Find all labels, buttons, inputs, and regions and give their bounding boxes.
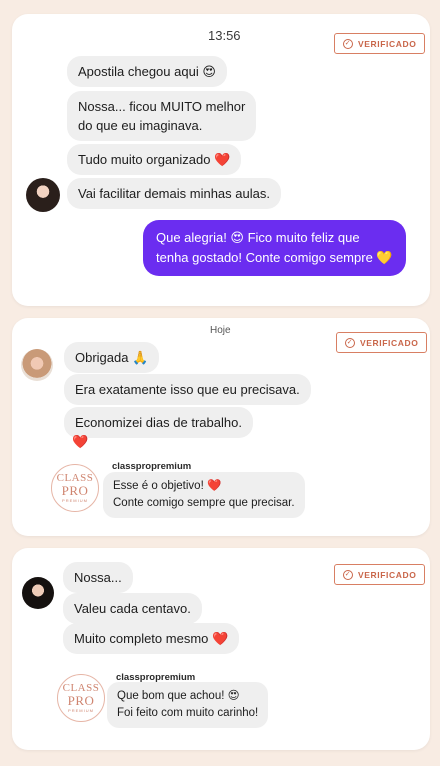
incoming-message: Nossa... ficou MUITO melhor do que eu im… — [67, 91, 257, 141]
incoming-message: Muito completo mesmo ❤️ — [63, 623, 240, 654]
incoming-message: Economizei dias de trabalho. — [64, 407, 253, 438]
review-card-1: ✓ VERIFICADO 13:56 Apostila chegou aqui … — [12, 14, 430, 306]
review-card-3: ✓ VERIFICADO Nossa... Valeu cada centavo… — [12, 548, 430, 750]
outgoing-message: Que alegria! 😍 Fico muito feliz que tenh… — [143, 220, 406, 276]
verified-label: VERIFICADO — [358, 569, 417, 580]
message-timestamp: 13:56 — [208, 28, 241, 43]
customer-avatar — [22, 577, 54, 609]
check-circle-icon: ✓ — [345, 337, 355, 348]
verified-badge: ✓ VERIFICADO — [336, 332, 428, 353]
logo-text: PREMIUM — [68, 708, 94, 713]
incoming-message: Apostila chegou aqui 😍 — [67, 56, 227, 87]
verified-badge: ✓ VERIFICADO — [334, 564, 426, 585]
customer-avatar — [26, 178, 60, 212]
message-line: Foi feito com muito carinho! — [117, 707, 259, 719]
message-line: Que bom que achou! 😍 — [117, 690, 240, 702]
brand-name: classpropremium — [112, 461, 192, 472]
verified-label: VERIFICADO — [360, 337, 419, 348]
verified-label: VERIFICADO — [358, 38, 417, 49]
check-circle-icon: ✓ — [343, 569, 353, 580]
logo-text: PRO — [61, 483, 89, 498]
message-line: Nossa... ficou MUITO melhor — [78, 99, 246, 114]
message-line: tenha gostado! Conte comigo sempre 💛 — [156, 250, 393, 265]
incoming-message: Era exatamente isso que eu precisava. — [64, 374, 311, 405]
heart-reaction: ❤️ — [72, 434, 89, 449]
message-line: Que alegria! 😍 Fico muito feliz que — [156, 230, 360, 245]
incoming-message: Obrigada 🙏 — [64, 342, 160, 373]
incoming-message: Tudo muito organizado ❤️ — [67, 144, 242, 175]
check-circle-icon: ✓ — [343, 38, 353, 49]
customer-avatar — [21, 349, 53, 381]
brand-reply-message: Esse é o objetivo! ❤️ Conte comigo sempr… — [103, 472, 305, 518]
logo-text: PREMIUM — [62, 498, 88, 503]
message-line: Esse é o objetivo! ❤️ — [113, 480, 222, 492]
message-line: Conte comigo sempre que precisar. — [113, 497, 295, 509]
brand-logo: CLASS PRO PREMIUM — [51, 464, 99, 512]
brand-reply-message: Que bom que achou! 😍 Foi feito com muito… — [107, 682, 269, 728]
day-label: Hoje — [210, 325, 231, 336]
brand-logo: CLASS PRO PREMIUM — [57, 674, 105, 722]
message-line: do que eu imaginava. — [78, 118, 203, 133]
logo-text: PRO — [67, 693, 95, 708]
incoming-message: Valeu cada centavo. — [63, 593, 202, 624]
incoming-message: Nossa... — [63, 562, 133, 593]
verified-badge: ✓ VERIFICADO — [334, 33, 426, 54]
incoming-message: Vai facilitar demais minhas aulas. — [67, 178, 281, 209]
review-card-2: Hoje ✓ VERIFICADO Obrigada 🙏 Era exatame… — [12, 318, 430, 536]
